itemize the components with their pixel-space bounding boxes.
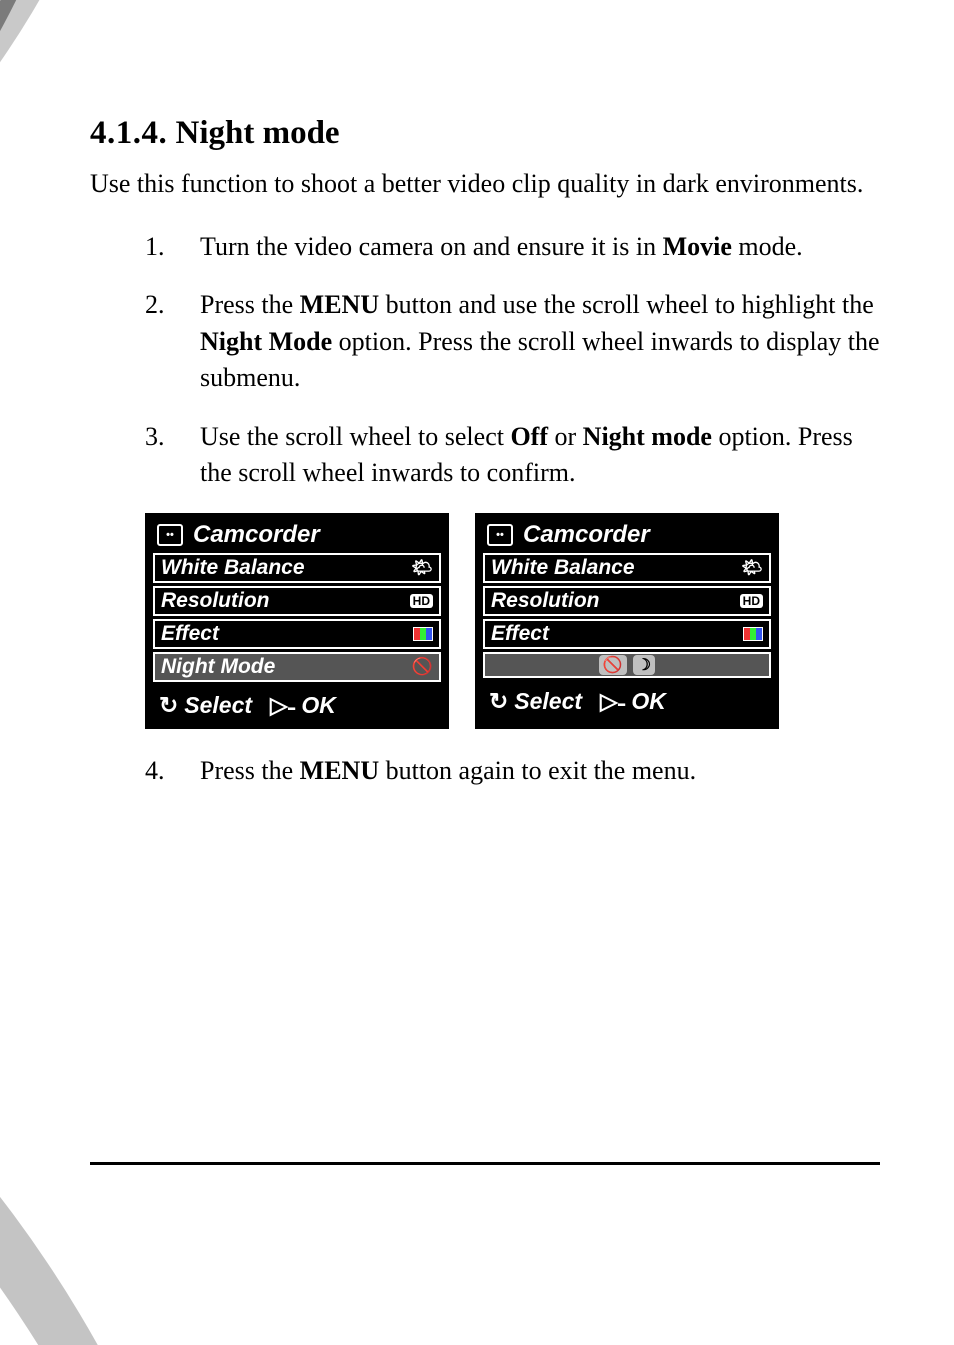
section-heading: 4.1.4. Night mode: [90, 115, 880, 152]
scroll-wheel-icon: ↻: [489, 688, 508, 715]
palette-icon: [743, 627, 763, 641]
press-wheel-icon: ▷˗: [600, 688, 625, 715]
menu-white-balance: White Balance 🌤: [483, 553, 771, 583]
step-3: 3. Use the scroll wheel to select Off or…: [145, 419, 880, 492]
lcd-footer: ↻Select ▷˗OK: [147, 686, 447, 727]
night-mode-off-icon: 🚫: [412, 657, 433, 677]
night-mode-on-option: ☽: [633, 655, 655, 675]
lcd-footer: ↻Select ▷˗OK: [477, 682, 777, 723]
lcd-screen-right: •• Camcorder White Balance 🌤 Resolution …: [475, 513, 779, 729]
step-4: 4. Press the MENU button again to exit t…: [145, 753, 880, 789]
lcd-title: •• Camcorder: [147, 515, 447, 553]
menu-effect: Effect: [483, 619, 771, 649]
lcd-title: •• Camcorder: [477, 515, 777, 553]
night-mode-off-option: 🚫: [599, 655, 627, 675]
manual-page: 4.1.4. Night mode Use this function to s…: [0, 0, 954, 1345]
camcorder-icon: ••: [157, 524, 183, 546]
ok-hint: ▷˗OK: [270, 692, 336, 719]
intro-paragraph: Use this function to shoot a better vide…: [90, 166, 880, 201]
press-wheel-icon: ▷˗: [270, 692, 295, 719]
step-2: 2. Press the MENU button and use the scr…: [145, 287, 880, 396]
step-body: Use the scroll wheel to select Off or Ni…: [200, 419, 880, 492]
steps-list-continued: 4. Press the MENU button again to exit t…: [145, 753, 880, 789]
step-body: Press the MENU button and use the scroll…: [200, 287, 880, 396]
decor-arc: [0, 730, 250, 1345]
hd-badge: HD: [740, 594, 763, 608]
footer-rule: [90, 1162, 880, 1165]
page-content: 4.1.4. Night mode Use this function to s…: [90, 115, 880, 812]
scroll-wheel-icon: ↻: [159, 692, 178, 719]
palette-icon: [413, 627, 433, 641]
hd-badge: HD: [410, 594, 433, 608]
step-number: 4.: [145, 753, 200, 789]
step-1: 1. Turn the video camera on and ensure i…: [145, 229, 880, 265]
select-hint: ↻Select: [159, 692, 252, 719]
auto-wb-icon: 🌤: [411, 558, 433, 578]
steps-list: 1. Turn the video camera on and ensure i…: [145, 229, 880, 491]
ok-hint: ▷˗OK: [600, 688, 666, 715]
auto-wb-icon: 🌤: [741, 558, 763, 578]
decor-arc: [0, 0, 80, 530]
menu-resolution: Resolution HD: [153, 586, 441, 616]
menu-effect: Effect: [153, 619, 441, 649]
step-number: 2.: [145, 287, 200, 396]
step-body: Turn the video camera on and ensure it i…: [200, 229, 880, 265]
menu-white-balance: White Balance 🌤: [153, 553, 441, 583]
lcd-menu: White Balance 🌤 Resolution HD Effect 🚫: [477, 553, 777, 682]
lcd-screen-left: •• Camcorder White Balance 🌤 Resolution …: [145, 513, 449, 729]
lcd-menu: White Balance 🌤 Resolution HD Effect Nig…: [147, 553, 447, 686]
section-number: 4.1.4.: [90, 115, 167, 151]
menu-night-mode: Night Mode 🚫: [153, 652, 441, 682]
night-mode-submenu: 🚫 ☽: [483, 652, 771, 678]
select-hint: ↻Select: [489, 688, 582, 715]
menu-resolution: Resolution HD: [483, 586, 771, 616]
step-number: 1.: [145, 229, 200, 265]
lcd-screenshots: •• Camcorder White Balance 🌤 Resolution …: [145, 513, 880, 729]
step-number: 3.: [145, 419, 200, 492]
camcorder-icon: ••: [487, 524, 513, 546]
step-body: Press the MENU button again to exit the …: [200, 753, 880, 789]
section-title: Night mode: [176, 115, 340, 151]
night-mode-options: 🚫 ☽: [599, 655, 655, 675]
